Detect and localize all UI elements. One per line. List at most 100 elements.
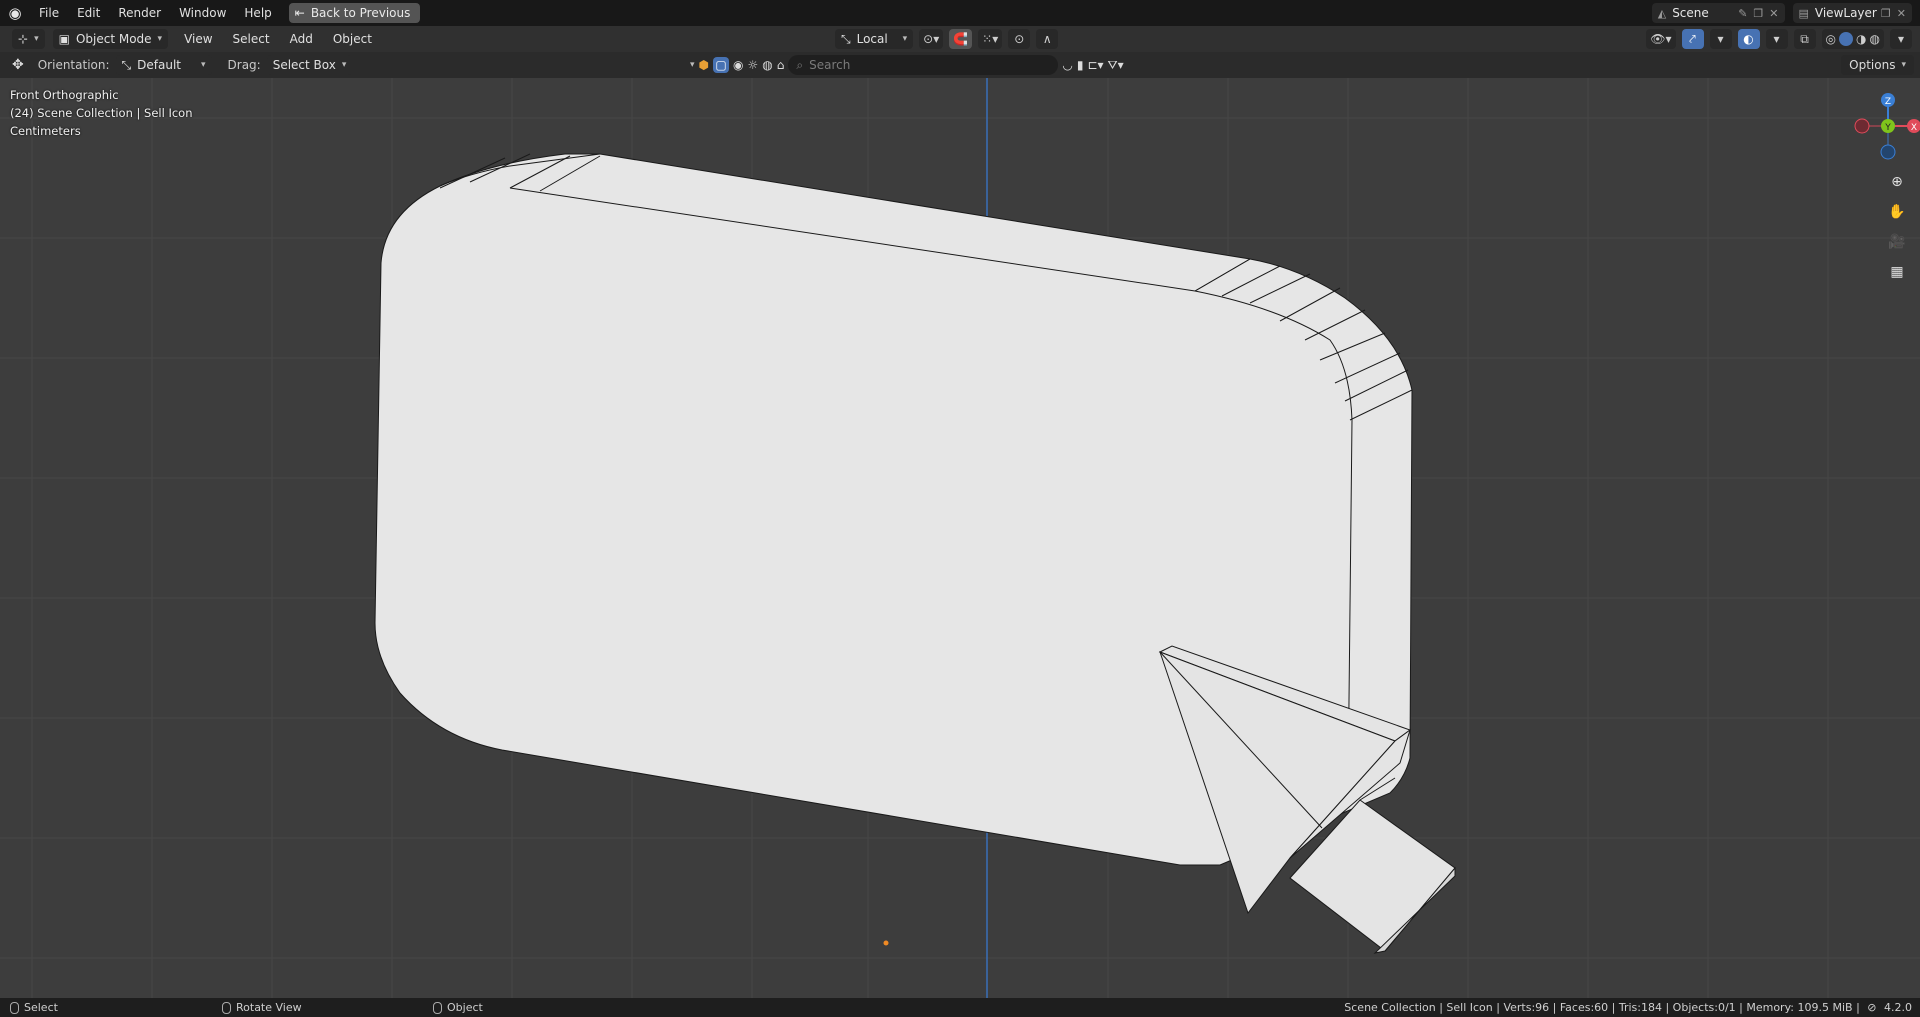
- hint-select: Select: [10, 1001, 58, 1014]
- viewport-canvas[interactable]: [0, 78, 1920, 998]
- gizmo-dropdown-icon[interactable]: ▾: [1709, 29, 1732, 49]
- gizmo-z-label: Z: [1885, 97, 1891, 107]
- pin-icon[interactable]: ✎: [1738, 7, 1747, 20]
- scene-filter-icon[interactable]: ⌂: [777, 58, 785, 72]
- hint-rotate: Rotate View: [222, 1001, 302, 1014]
- mouse-right-icon: [433, 1001, 442, 1014]
- gizmo-y-label: Y: [1884, 123, 1891, 133]
- menu-help[interactable]: Help: [235, 0, 280, 26]
- warning-icon[interactable]: ⊘: [1867, 1001, 1876, 1014]
- menu-view[interactable]: View: [174, 32, 222, 46]
- gizmo-toggle-icon[interactable]: ⤤: [1681, 29, 1704, 49]
- 3d-viewport[interactable]: Front Orthographic (24) Scene Collection…: [0, 78, 1920, 998]
- object-type-icon[interactable]: ⬢: [699, 58, 709, 72]
- object-origin: [883, 940, 889, 946]
- menu-add[interactable]: Add: [280, 32, 323, 46]
- hint-object-label: Object: [447, 1001, 483, 1014]
- editor-type-selector[interactable]: ⊹ ▾: [12, 29, 45, 49]
- snap-target-icon[interactable]: ⁙▾: [978, 29, 1003, 49]
- navigation-gizmo[interactable]: Z Y X: [1840, 88, 1920, 168]
- blender-logo-icon[interactable]: ◉: [0, 0, 30, 26]
- mouse-left-icon: [10, 1001, 19, 1014]
- collection-info: (24) Scene Collection | Sell Icon: [10, 106, 193, 120]
- menu-object[interactable]: Object: [323, 32, 382, 46]
- orientation-value: Default: [137, 58, 181, 72]
- light-filter-icon[interactable]: ☼: [748, 58, 759, 72]
- options-dropdown[interactable]: Options ▾: [1841, 55, 1914, 75]
- scene-selector[interactable]: ◭ Scene ✎ ❐ ✕: [1651, 3, 1785, 23]
- menu-edit[interactable]: Edit: [68, 0, 109, 26]
- copy-icon[interactable]: ❐: [1881, 7, 1891, 20]
- overlay-dropdown-icon[interactable]: ▾: [1765, 29, 1788, 49]
- move-tool-icon[interactable]: ✥: [12, 57, 24, 73]
- mode-label: Object Mode: [75, 32, 152, 46]
- pivot-point-icon[interactable]: ⊙▾: [919, 29, 944, 49]
- select-objects-icon[interactable]: ▢: [713, 57, 730, 73]
- chevron-down-icon: ▾: [201, 60, 206, 70]
- pan-hand-icon[interactable]: ✋: [1886, 201, 1908, 223]
- menu-render[interactable]: Render: [109, 0, 170, 26]
- drag-value: Select Box: [272, 58, 336, 72]
- top-menu-bar: ◉ File Edit Render Window Help ⇤ Back to…: [0, 0, 1920, 26]
- filter-icon[interactable]: ⛛▾: [1108, 58, 1124, 73]
- scene-icon: ◭: [1657, 6, 1667, 20]
- copy-icon[interactable]: ❐: [1753, 7, 1763, 20]
- scene-statistics: Scene Collection | Sell Icon | Verts:96 …: [1344, 1001, 1912, 1014]
- shading-dropdown-icon[interactable]: ▾: [1890, 29, 1912, 49]
- wireframe-shading-icon[interactable]: ◎: [1826, 32, 1836, 46]
- tool-settings-bar: ✥ Orientation: ⤡ Default ▾ Drag: Select …: [0, 52, 1920, 78]
- chevron-down-icon: ▾: [1901, 60, 1906, 70]
- transform-orientation-selector[interactable]: ⤡ Local ▾: [835, 29, 914, 49]
- proportional-edit-icon[interactable]: ⊙: [1008, 29, 1031, 49]
- menu-window[interactable]: Window: [170, 0, 235, 26]
- close-icon[interactable]: ✕: [1769, 7, 1778, 20]
- material-shading-icon[interactable]: ◑: [1856, 32, 1866, 46]
- close-icon[interactable]: ✕: [1897, 7, 1906, 20]
- chevron-down-icon: ▾: [341, 60, 347, 70]
- scene-name: Scene: [1672, 6, 1709, 20]
- rendered-shading-icon[interactable]: ◍: [1870, 32, 1880, 46]
- editor-type-icon: ⊹: [18, 32, 29, 46]
- ortho-grid-icon[interactable]: ▦: [1886, 261, 1908, 283]
- camera-view-icon[interactable]: 🎥: [1886, 231, 1908, 253]
- back-to-previous-button[interactable]: ⇤ Back to Previous: [288, 3, 421, 23]
- search-icon: ⌕: [796, 57, 804, 72]
- chevron-down-icon: ▾: [157, 34, 163, 44]
- falloff-icon[interactable]: ∧: [1036, 29, 1059, 49]
- mouse-middle-icon: [222, 1001, 231, 1014]
- orientation-label: Local: [856, 32, 888, 46]
- stats-text: Scene Collection | Sell Icon | Verts:96 …: [1344, 1001, 1860, 1014]
- gizmo-x-label: X: [1911, 123, 1917, 133]
- chevron-down-icon: ▾: [902, 34, 908, 44]
- menu-file[interactable]: File: [30, 0, 68, 26]
- orientation-selector[interactable]: ⤡ Default ▾: [115, 55, 212, 75]
- units-label: Centimeters: [10, 124, 81, 138]
- view-name: Front Orthographic: [10, 88, 119, 102]
- clear-filter-icon[interactable]: ◡: [1062, 58, 1072, 72]
- snap-icon[interactable]: 🧲: [949, 29, 973, 49]
- zoom-icon[interactable]: ⊕: [1886, 171, 1908, 193]
- view-layer-selector[interactable]: ▤ ViewLayer ❐ ✕: [1792, 3, 1912, 23]
- world-filter-icon[interactable]: ◍: [762, 58, 772, 72]
- xray-icon[interactable]: ⧉: [1793, 29, 1816, 49]
- hint-object: Object: [433, 1001, 483, 1014]
- chevron-down-icon[interactable]: ▾: [690, 60, 695, 70]
- solid-shading-icon[interactable]: [1839, 32, 1854, 46]
- search-placeholder: Search: [809, 58, 851, 72]
- camera-filter-icon[interactable]: ◉: [733, 58, 743, 72]
- drag-selector[interactable]: Select Box ▾: [266, 55, 353, 75]
- menu-select[interactable]: Select: [223, 32, 280, 46]
- sort-icon[interactable]: ⊏▾: [1087, 58, 1103, 72]
- shading-modes[interactable]: ◎ ◑ ◍: [1821, 29, 1884, 49]
- search-input[interactable]: ⌕ Search: [788, 55, 1059, 75]
- overlay-toggle-icon[interactable]: ◐: [1737, 29, 1760, 49]
- options-label: Options: [1849, 58, 1896, 72]
- mode-selector[interactable]: ▣ Object Mode ▾: [52, 29, 169, 49]
- hint-rotate-label: Rotate View: [236, 1001, 302, 1014]
- bookmark-icon[interactable]: ▮: [1077, 58, 1084, 72]
- orientation-label: Orientation:: [37, 58, 110, 72]
- back-label: Back to Previous: [310, 6, 411, 20]
- viewport-header: ⊹ ▾ ▣ Object Mode ▾ View Select Add Objec…: [0, 26, 1920, 52]
- view-layer-icon: ▤: [1798, 6, 1809, 20]
- visibility-icon[interactable]: 👁▾: [1646, 29, 1676, 49]
